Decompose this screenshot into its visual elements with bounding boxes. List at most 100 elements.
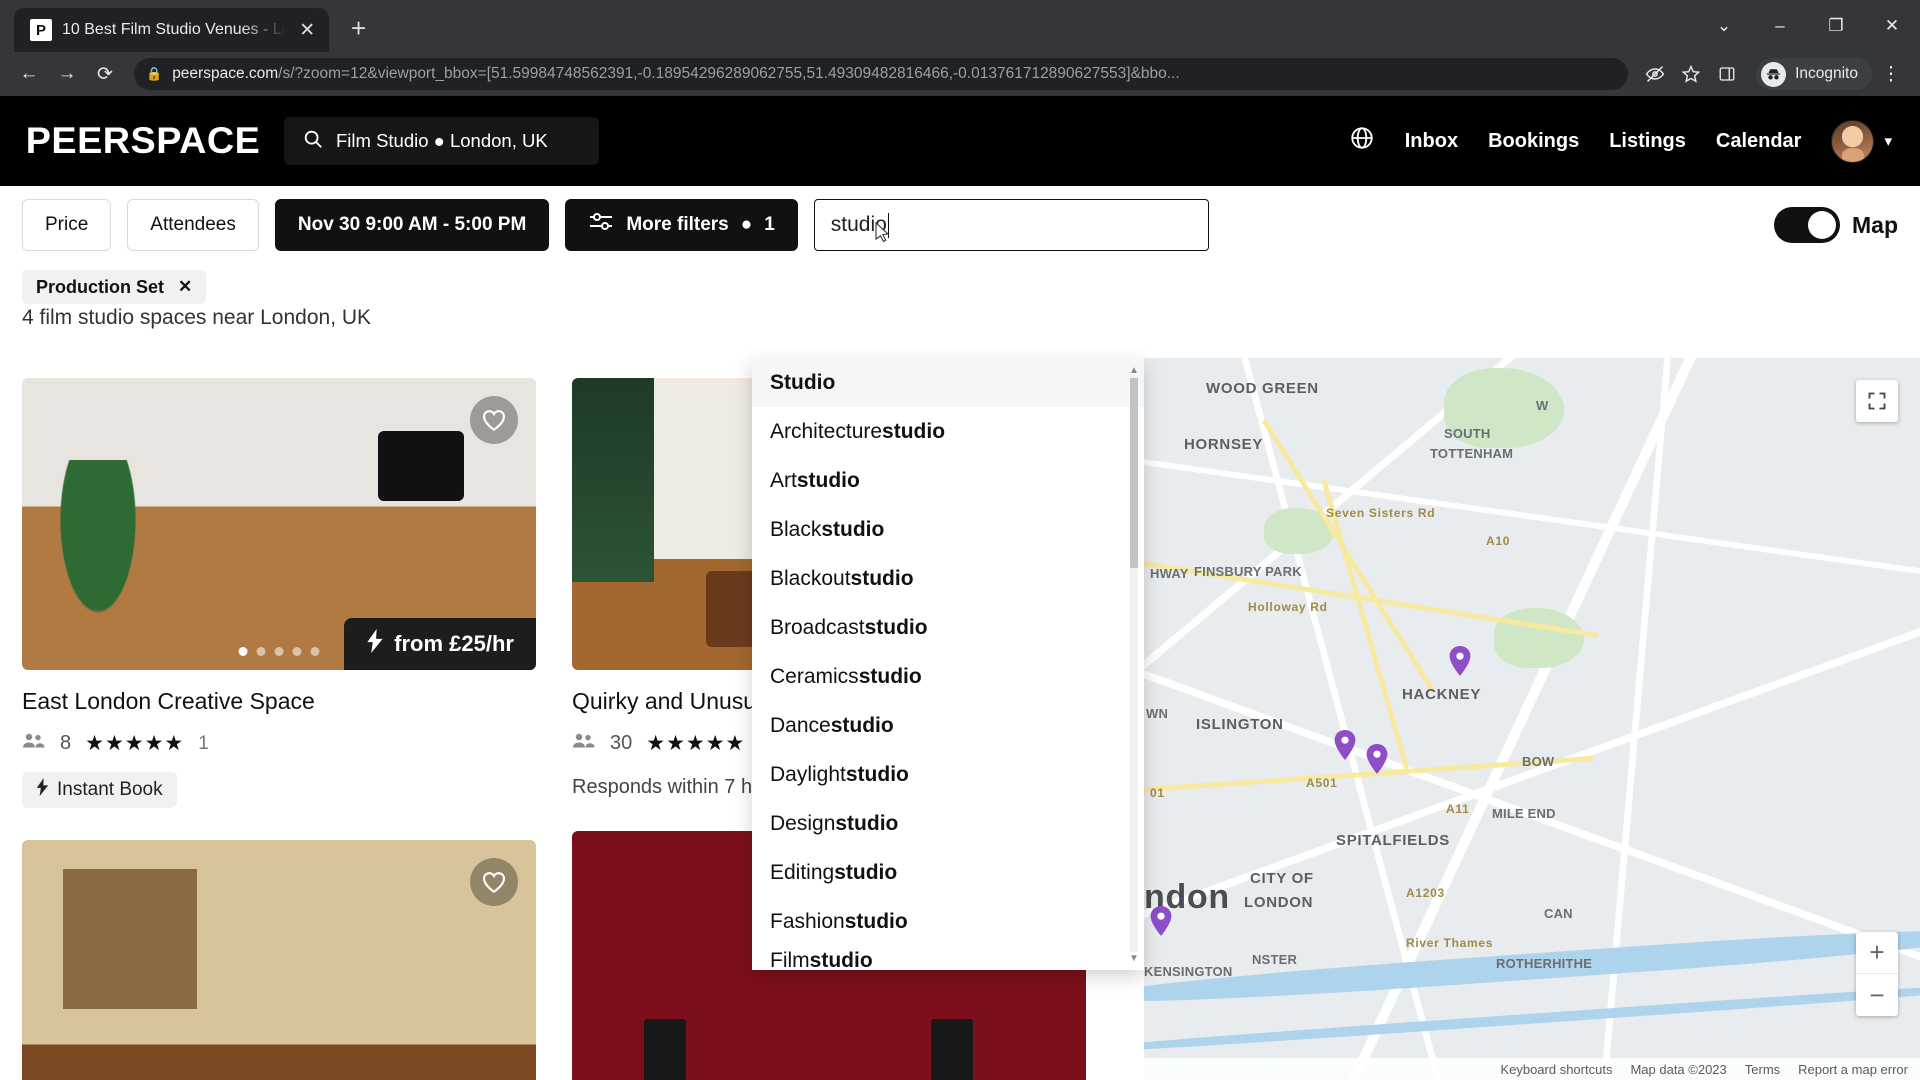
- map-label: BOW: [1522, 754, 1555, 769]
- attendees-count: 8: [60, 732, 72, 754]
- scroll-down-icon[interactable]: ▼: [1129, 952, 1139, 964]
- incognito-indicator[interactable]: Incognito: [1756, 58, 1872, 90]
- header-search-pill[interactable]: Film Studio ● London, UK: [284, 117, 599, 165]
- suggestion-item[interactable]: Dance studio: [752, 701, 1144, 750]
- suggestion-item[interactable]: Blackout studio: [752, 554, 1144, 603]
- side-panel-icon[interactable]: [1710, 57, 1744, 91]
- map-pin[interactable]: [1150, 906, 1172, 936]
- keyword-search-input[interactable]: studio: [813, 199, 1209, 251]
- suggestion-match: studio: [864, 615, 928, 639]
- suggestions-scrollbar[interactable]: ▲ ▼: [1129, 364, 1139, 964]
- map-label: CAN: [1544, 906, 1573, 921]
- suggestion-item[interactable]: Art studio: [752, 456, 1144, 505]
- attendees-count: 30: [610, 732, 633, 754]
- map-toggle-switch[interactable]: [1774, 207, 1840, 243]
- nav-item-inbox[interactable]: Inbox: [1405, 130, 1458, 153]
- scroll-up-icon[interactable]: ▲: [1129, 364, 1139, 376]
- suggestion-item[interactable]: Film studio: [752, 946, 1144, 970]
- browser-tab[interactable]: P 10 Best Film Studio Venues - Lo ✕: [14, 8, 329, 52]
- zoom-out-button[interactable]: −: [1856, 974, 1898, 1016]
- lock-icon: 🔒: [146, 66, 163, 81]
- map-label: SPITALFIELDS: [1336, 832, 1450, 849]
- back-icon[interactable]: ←: [12, 57, 46, 91]
- map-view-toggle[interactable]: Map: [1774, 207, 1898, 243]
- heart-icon[interactable]: [470, 396, 518, 444]
- suggestion-item[interactable]: Fashion studio: [752, 897, 1144, 946]
- reload-icon[interactable]: ⟳: [88, 57, 122, 91]
- more-filters-button[interactable]: More filters ● 1: [565, 199, 798, 251]
- listing-photo[interactable]: [22, 840, 536, 1080]
- map-label: HACKNEY: [1402, 686, 1482, 703]
- header-search-text: Film Studio ● London, UK: [336, 130, 548, 151]
- search-suggestions-dropdown: Studio Architecture studio Art studio Bl…: [752, 358, 1144, 970]
- map-label: 01: [1150, 786, 1165, 800]
- price-filter-button[interactable]: Price: [22, 199, 112, 251]
- peerspace-logo[interactable]: PEERSPACE: [26, 120, 261, 162]
- price-text: from £25/hr: [394, 631, 514, 656]
- sliders-icon: [588, 211, 614, 239]
- maximize-icon[interactable]: ❐: [1808, 0, 1864, 52]
- incognito-label: Incognito: [1795, 65, 1858, 82]
- suggestion-match: Studio: [770, 370, 836, 394]
- review-count: 1: [198, 732, 209, 754]
- map-label: NSTER: [1252, 952, 1298, 967]
- suggestion-item[interactable]: Design studio: [752, 799, 1144, 848]
- report-error-link[interactable]: Report a map error: [1798, 1062, 1908, 1077]
- suggestion-item[interactable]: Architecture studio: [752, 407, 1144, 456]
- attendees-filter-button[interactable]: Attendees: [127, 199, 259, 251]
- photo-carousel-dots[interactable]: [238, 647, 320, 656]
- new-tab-button[interactable]: +: [351, 13, 366, 44]
- map-label: A11: [1446, 802, 1470, 816]
- date-range-filter-button[interactable]: Nov 30 9:00 AM - 5:00 PM: [274, 199, 550, 251]
- listing-title[interactable]: East London Creative Space: [22, 688, 536, 715]
- map-label: CITY OF: [1250, 870, 1314, 887]
- nav-item-bookings[interactable]: Bookings: [1488, 130, 1579, 153]
- heart-icon[interactable]: [470, 858, 518, 906]
- map-zoom-controls[interactable]: + −: [1856, 932, 1898, 1016]
- star-icon[interactable]: [1674, 57, 1708, 91]
- map-panel[interactable]: + − Keyboard shortcuts Map data ©2023 Te…: [1144, 358, 1920, 1080]
- address-bar[interactable]: 🔒 peerspace.com/s/?zoom=12&viewport_bbox…: [134, 58, 1629, 90]
- suggestion-match: studio: [850, 566, 914, 590]
- suggestion-item[interactable]: Editing studio: [752, 848, 1144, 897]
- map-label: TOTTENHAM: [1430, 446, 1514, 461]
- bolt-icon: [366, 629, 384, 659]
- suggestion-prefix: Ceramics: [770, 664, 859, 688]
- minimize-icon[interactable]: –: [1752, 0, 1808, 52]
- suggestion-item[interactable]: Studio: [752, 358, 1144, 407]
- forward-icon[interactable]: →: [50, 57, 84, 91]
- suggestion-item[interactable]: Black studio: [752, 505, 1144, 554]
- chevron-down-icon[interactable]: ⌄: [1696, 0, 1752, 52]
- listing-card[interactable]: from £25/hr East London Creative Space 8…: [22, 378, 536, 808]
- map-park: [1494, 608, 1584, 668]
- window-close-icon[interactable]: ✕: [1864, 0, 1920, 52]
- account-menu[interactable]: ▾: [1831, 119, 1892, 163]
- rating-stars: ★★★★★: [646, 732, 746, 755]
- kebab-menu-icon[interactable]: ⋮: [1874, 57, 1908, 91]
- listing-photo[interactable]: from £25/hr: [22, 378, 536, 670]
- more-filters-count: 1: [764, 214, 775, 235]
- map-attribution: Keyboard shortcuts Map data ©2023 Terms …: [1144, 1058, 1920, 1080]
- zoom-in-button[interactable]: +: [1856, 932, 1898, 974]
- eye-off-icon[interactable]: [1638, 57, 1672, 91]
- globe-icon[interactable]: [1349, 125, 1375, 158]
- scrollbar-thumb[interactable]: [1130, 378, 1138, 568]
- suggestion-item[interactable]: Daylight studio: [752, 750, 1144, 799]
- suggestion-prefix: Black: [770, 517, 822, 541]
- listing-card[interactable]: [22, 840, 536, 1080]
- nav-item-calendar[interactable]: Calendar: [1716, 130, 1802, 153]
- keyword-search-value: studio: [830, 213, 887, 236]
- terms-link[interactable]: Terms: [1745, 1062, 1780, 1077]
- map-pin[interactable]: [1449, 646, 1471, 676]
- map-pin[interactable]: [1366, 744, 1388, 774]
- suggestion-match: studio: [845, 762, 909, 786]
- suggestion-item[interactable]: Ceramics studio: [752, 652, 1144, 701]
- suggestion-match: studio: [858, 664, 922, 688]
- fullscreen-icon[interactable]: [1856, 380, 1898, 422]
- nav-item-listings[interactable]: Listings: [1609, 130, 1686, 153]
- map-pin[interactable]: [1334, 730, 1356, 760]
- keyboard-shortcuts-link[interactable]: Keyboard shortcuts: [1500, 1062, 1612, 1077]
- close-icon[interactable]: ✕: [296, 19, 319, 42]
- listing-meta: 8 ★★★★★ 1: [22, 731, 536, 756]
- suggestion-item[interactable]: Broadcast studio: [752, 603, 1144, 652]
